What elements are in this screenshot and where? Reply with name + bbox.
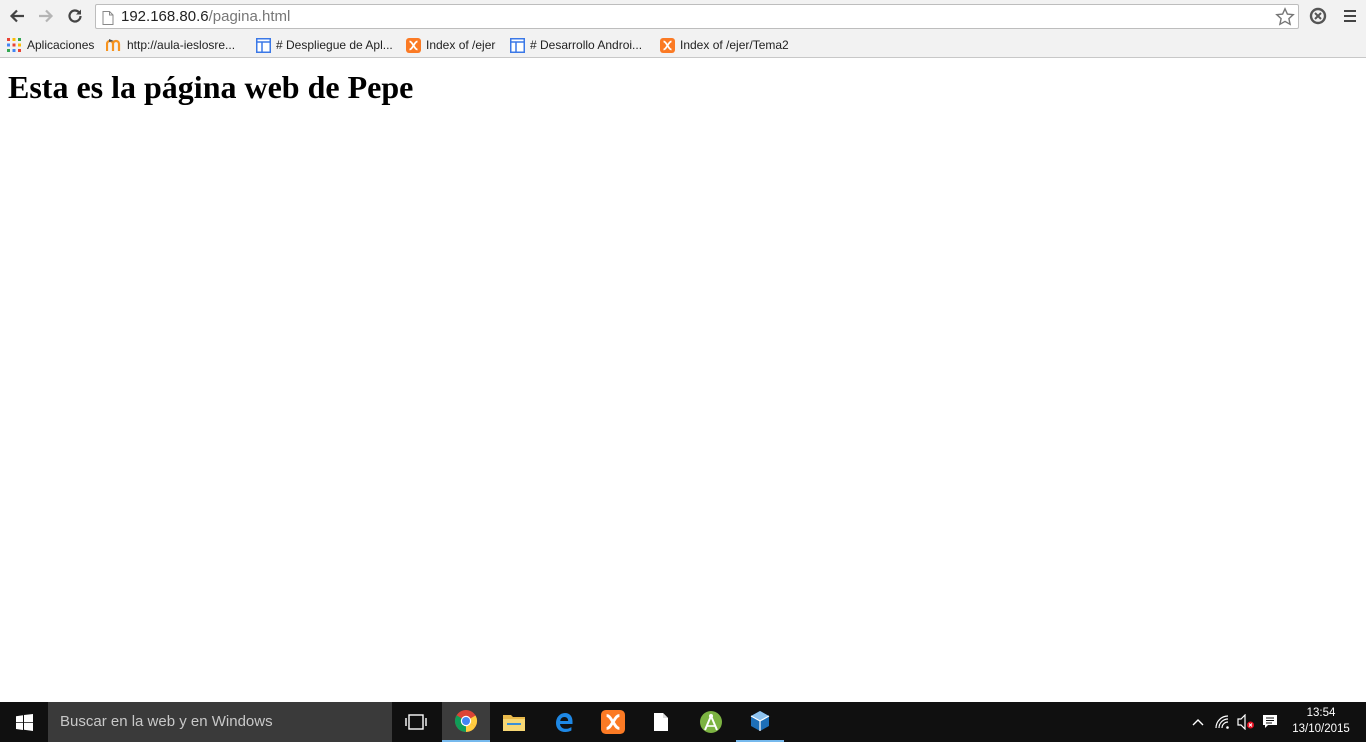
clock-date: 13/10/2015: [1292, 723, 1350, 735]
xampp-icon: [659, 37, 675, 53]
back-button[interactable]: [5, 5, 29, 27]
address-bar[interactable]: 192.168.80.6/pagina.html: [95, 4, 1299, 29]
bookmark-desarrollo[interactable]: # Desarrollo Androi...: [509, 36, 642, 54]
bookmark-label: # Despliegue de Apl...: [276, 38, 393, 52]
bookmark-label: http://aula-ieslosre...: [127, 38, 236, 52]
taskbar-chrome[interactable]: [442, 702, 490, 742]
file-icon: [654, 713, 668, 731]
browser-window: 192.168.80.6/pagina.html Aplicaciones ht…: [0, 0, 1366, 702]
wifi-icon: [1215, 715, 1229, 729]
search-placeholder: Buscar en la web y en Windows: [60, 713, 273, 730]
bookmark-label: # Desarrollo Androi...: [530, 38, 643, 52]
xampp-icon: [405, 37, 421, 53]
bookmark-index-tema2[interactable]: Index of /ejer/Tema2: [659, 36, 789, 54]
bookmark-apps[interactable]: Aplicaciones: [6, 36, 94, 54]
apps-grid-icon: [6, 37, 22, 53]
taskbar-android-studio[interactable]: [687, 702, 735, 742]
file-explorer-icon: [503, 715, 525, 731]
chevron-up-icon: [1192, 719, 1204, 726]
page-icon: [102, 10, 114, 29]
bookmark-star-icon[interactable]: [1275, 7, 1295, 31]
page-content: Esta es la página web de Pepe: [0, 59, 1366, 702]
url-host: 192.168.80.6: [121, 8, 209, 25]
back-arrow-icon: [9, 9, 24, 23]
url-path: /pagina.html: [208, 8, 291, 25]
notification-icon: [1263, 715, 1277, 728]
windows-logo-icon: [15, 713, 33, 731]
hamburger-menu-icon: [1344, 10, 1356, 22]
reload-icon: [68, 9, 82, 23]
start-button[interactable]: [0, 702, 48, 742]
menu-button[interactable]: [1338, 5, 1362, 27]
page-heading: Esta es la página web de Pepe: [8, 69, 414, 105]
bookmark-label: Index of /ejer/Tema2: [680, 38, 789, 52]
browser-toolbar: 192.168.80.6/pagina.html: [0, 0, 1366, 33]
edge-icon: [556, 713, 573, 732]
xampp-icon: [601, 710, 625, 734]
bookmark-label: Aplicaciones: [27, 38, 95, 52]
moodle-icon: [106, 37, 122, 53]
volume-button[interactable]: [1235, 702, 1257, 742]
bookmark-despliegue[interactable]: # Despliegue de Apl...: [255, 36, 393, 54]
bookmark-index-ejer[interactable]: Index of /ejer: [405, 36, 495, 54]
network-button[interactable]: [1212, 702, 1234, 742]
volume-muted-icon: [1237, 714, 1254, 730]
taskbar-virtualbox[interactable]: [736, 702, 784, 742]
page-layout-icon: [255, 37, 271, 53]
sync-extension-icon: [1309, 7, 1327, 25]
chrome-icon: [455, 710, 477, 732]
android-studio-icon: [700, 711, 722, 733]
bookmark-label: Index of /ejer: [426, 38, 496, 52]
clock-time: 13:54: [1306, 707, 1336, 719]
bookmarks-bar: Aplicaciones http://aula-ieslosre... # D…: [0, 33, 1366, 58]
url-text[interactable]: 192.168.80.6/pagina.html: [121, 8, 290, 26]
forward-button[interactable]: [34, 5, 58, 27]
taskbar-file-explorer[interactable]: [490, 702, 538, 742]
taskbar-edge[interactable]: [540, 702, 588, 742]
show-hidden-icons-button[interactable]: [1186, 702, 1210, 742]
extension-button[interactable]: [1306, 5, 1330, 27]
action-center-button[interactable]: [1259, 702, 1281, 742]
taskbar-clock[interactable]: 13:54 13/10/2015: [1284, 705, 1358, 737]
task-view-icon: [405, 714, 427, 730]
task-view-button[interactable]: [392, 702, 440, 742]
taskbar-xampp[interactable]: [589, 702, 637, 742]
forward-arrow-icon: [39, 9, 54, 23]
bookmark-aula[interactable]: http://aula-ieslosre...: [106, 36, 235, 54]
reload-button[interactable]: [63, 5, 87, 27]
page-layout-icon: [509, 37, 525, 53]
taskbar-notepad[interactable]: [637, 702, 685, 742]
taskbar-search-box[interactable]: Buscar en la web y en Windows: [48, 702, 392, 742]
virtualbox-icon: [750, 711, 770, 731]
windows-taskbar: Buscar en la web y en Windows 13:54 13/1…: [0, 702, 1366, 742]
